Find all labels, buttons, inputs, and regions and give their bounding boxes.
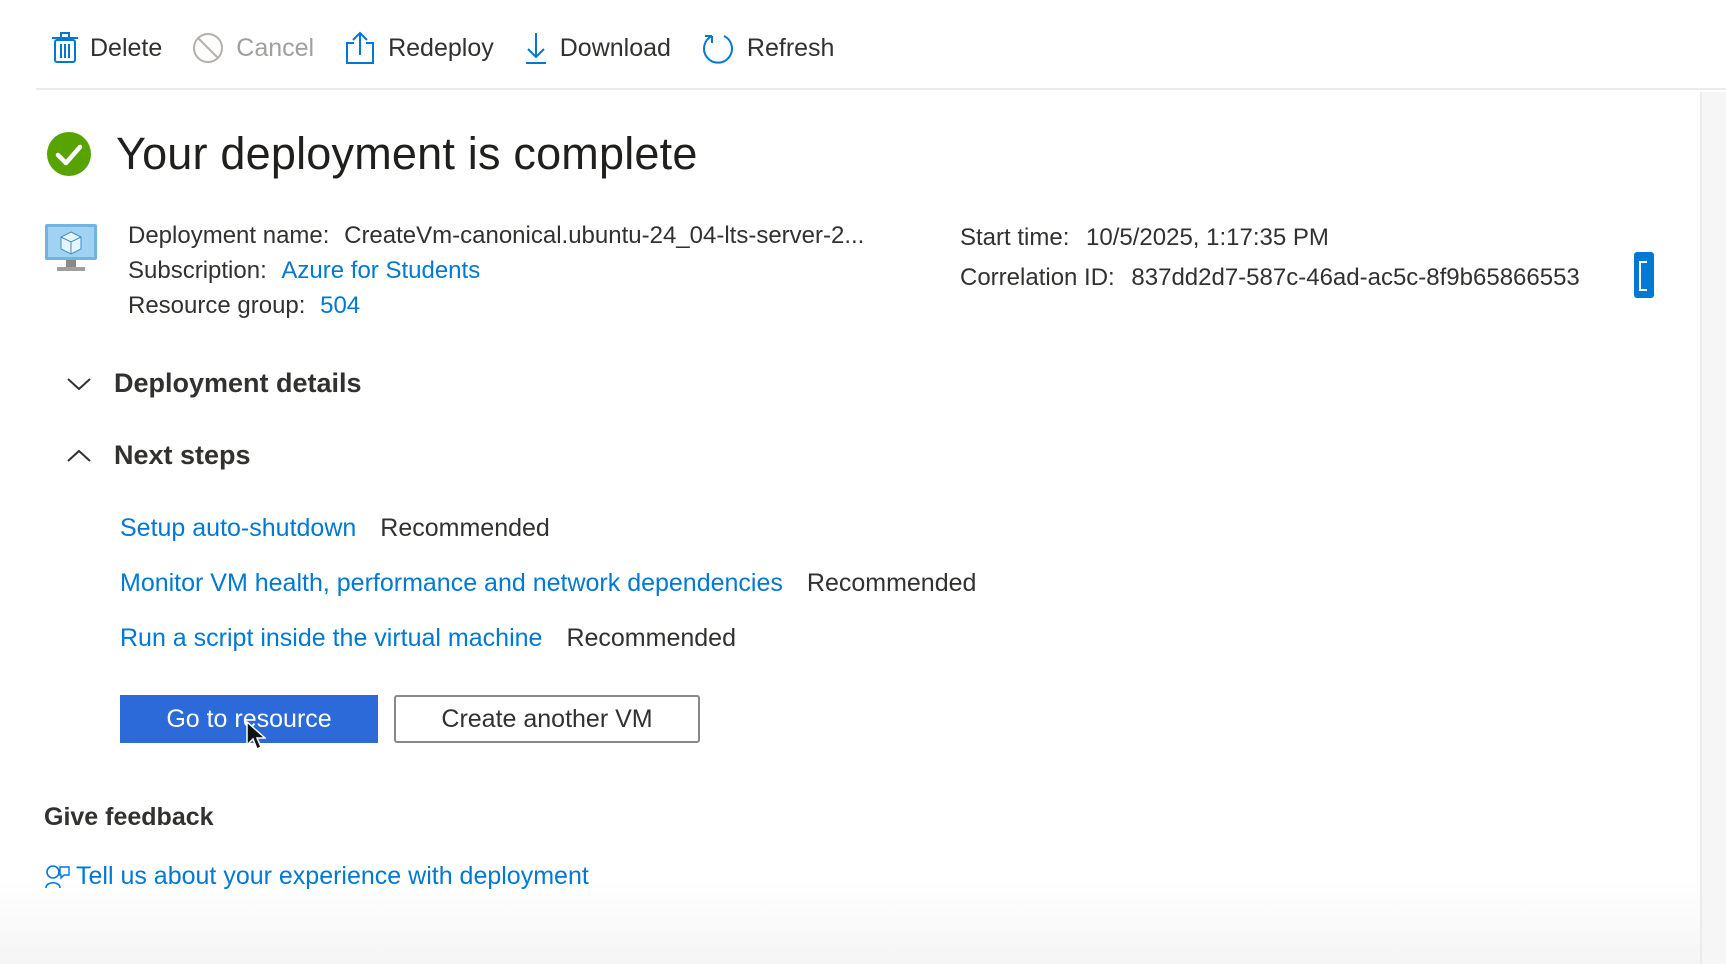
recommended-tag: Recommended xyxy=(806,569,977,597)
list-item: Setup auto-shutdown Recommended xyxy=(120,514,550,543)
cancel-button[interactable]: Cancel xyxy=(192,32,314,64)
cancel-label: Cancel xyxy=(236,33,315,62)
deployment-info-right: Start time: 10/5/2025, 1:17:35 PM Correl… xyxy=(960,218,1580,298)
upload-icon xyxy=(346,31,375,64)
copy-icon[interactable] xyxy=(1634,252,1654,298)
next-steps-label: Next steps xyxy=(114,440,251,470)
cancel-icon xyxy=(193,33,224,63)
run-script-link[interactable]: Run a script inside the virtual machine xyxy=(120,624,542,653)
feedback-link-text: Tell us about your experience with deplo… xyxy=(76,862,589,890)
download-label: Download xyxy=(559,33,671,62)
list-item: Run a script inside the virtual machine … xyxy=(120,624,736,653)
refresh-label: Refresh xyxy=(746,33,835,62)
give-feedback-heading: Give feedback xyxy=(44,803,214,831)
feedback-person-icon xyxy=(45,864,70,888)
delete-button[interactable]: Delete xyxy=(52,32,162,64)
redeploy-label: Redeploy xyxy=(388,33,494,62)
create-another-vm-button[interactable]: Create another VM xyxy=(394,695,700,743)
resource-group-label: Resource group: xyxy=(128,292,306,319)
deployment-name-label: Deployment name: xyxy=(128,222,330,249)
virtual-machine-icon xyxy=(45,224,97,271)
feedback-link[interactable]: Tell us about your experience with deplo… xyxy=(44,862,589,891)
list-item: Monitor VM health, performance and netwo… xyxy=(120,569,976,598)
success-check-icon xyxy=(47,132,91,176)
download-icon xyxy=(525,33,546,64)
chevron-up-icon xyxy=(67,449,91,462)
delete-label: Delete xyxy=(90,33,163,62)
page-header: Your deployment is complete xyxy=(46,128,698,180)
deployment-info-left: Deployment name: CreateVm-canonical.ubun… xyxy=(128,218,864,323)
refresh-button[interactable]: Refresh xyxy=(701,31,835,65)
correlation-id-label: Correlation ID: xyxy=(960,264,1115,291)
subscription-link[interactable]: Azure for Students xyxy=(281,257,480,284)
start-time-value: 10/5/2025, 1:17:35 PM xyxy=(1086,224,1329,251)
correlation-id-value: 837dd2d7-587c-46ad-ac5c-8f9b65866553 xyxy=(1131,264,1580,291)
page-footer-area xyxy=(0,880,1700,964)
trash-icon xyxy=(52,32,78,63)
next-steps-toggle[interactable]: Next steps xyxy=(66,440,251,471)
setup-auto-shutdown-link[interactable]: Setup auto-shutdown xyxy=(120,514,356,543)
monitor-vm-health-link[interactable]: Monitor VM health, performance and netwo… xyxy=(120,569,783,598)
start-time-label: Start time: xyxy=(960,224,1070,251)
resource-group-link[interactable]: 504 xyxy=(320,292,360,319)
page-title: Your deployment is complete xyxy=(116,128,698,179)
deployment-details-toggle[interactable]: Deployment details xyxy=(66,368,362,399)
vertical-scrollbar[interactable] xyxy=(1700,92,1726,964)
redeploy-button[interactable]: Redeploy xyxy=(344,31,494,65)
mouse-cursor-icon xyxy=(246,721,266,751)
command-bar: Delete Cancel Redeploy Download Refresh xyxy=(36,0,1726,90)
recommended-tag: Recommended xyxy=(380,514,550,542)
download-button[interactable]: Download xyxy=(524,31,671,65)
chevron-down-icon xyxy=(67,377,91,390)
deployment-details-label: Deployment details xyxy=(114,368,362,398)
refresh-icon xyxy=(702,35,733,64)
deployment-name-value: CreateVm-canonical.ubuntu-24_04-lts-serv… xyxy=(344,222,865,249)
subscription-label: Subscription: xyxy=(128,257,267,284)
recommended-tag: Recommended xyxy=(566,624,736,652)
